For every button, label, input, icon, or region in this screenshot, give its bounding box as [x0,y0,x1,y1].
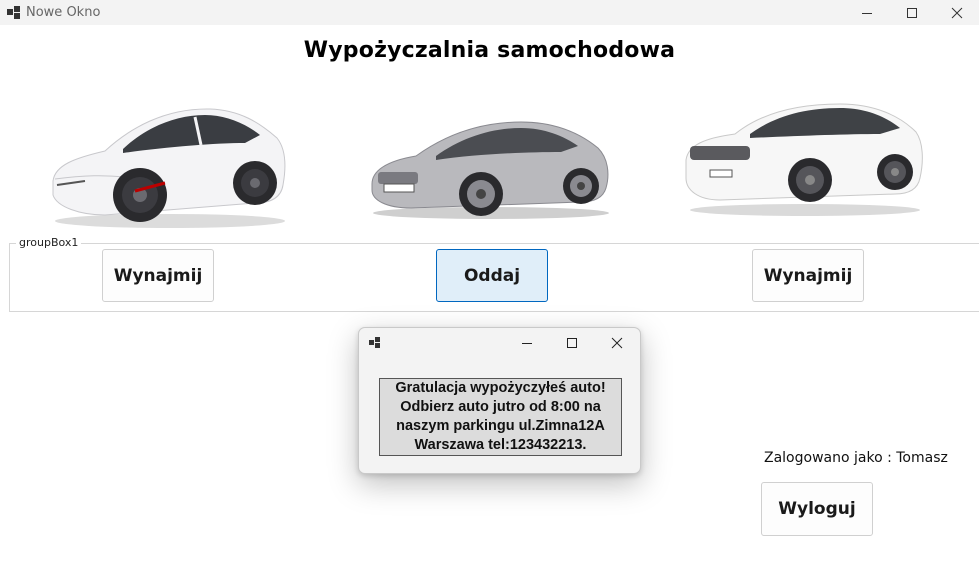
message-dialog: Gratulacja wypożyczyłeś auto! Odbierz au… [358,327,641,474]
logout-button[interactable]: Wyloguj [761,482,873,536]
dialog-minimize-icon[interactable] [507,331,547,355]
group-box-label: groupBox1 [16,236,82,249]
car-image-center [371,121,609,219]
minimize-icon[interactable] [844,0,890,25]
app-icon [7,6,20,19]
dialog-close-icon[interactable] [597,331,637,355]
dialog-app-icon [369,337,381,349]
maximize-icon[interactable] [889,0,935,25]
dialog-message-line: naszym parkingu ul.Zimna12A [396,418,605,434]
page-title: Wypożyczalnia samochodowa [303,38,676,63]
car-image-right [685,103,923,216]
return-button-center[interactable]: Oddaj [436,249,548,302]
dialog-maximize-icon[interactable] [552,331,592,355]
window-title: Nowe Okno [26,5,101,20]
close-icon[interactable] [934,0,979,25]
rent-button-left[interactable]: Wynajmij [102,249,214,302]
dialog-message: Gratulacja wypożyczyłeś auto! Odbierz au… [379,378,622,456]
rent-button-right[interactable]: Wynajmij [752,249,864,302]
dialog-message-line: Odbierz auto jutro od 8:00 na [400,399,601,415]
dialog-message-line: Gratulacja wypożyczyłeś auto! [395,380,606,396]
car-image-left [52,108,286,228]
dialog-message-line: Warszawa tel:123432213. [414,437,587,453]
logged-in-label: Zalogowano jako : Tomasz [764,450,948,466]
window-titlebar: Nowe Okno [0,0,979,25]
dialog-titlebar [359,328,640,358]
